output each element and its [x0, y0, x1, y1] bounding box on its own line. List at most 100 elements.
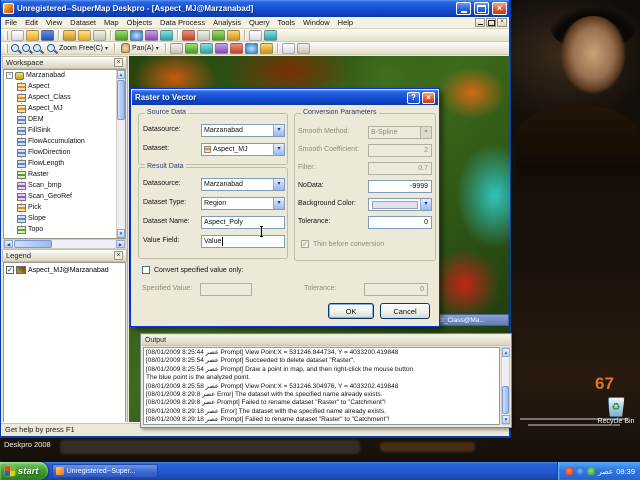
chevron-down-icon[interactable]: ▾: [273, 179, 284, 190]
menu-analysis[interactable]: Analysis: [209, 18, 245, 27]
close-icon[interactable]: ×: [422, 91, 435, 104]
scroll-up-icon[interactable]: ▲: [502, 348, 510, 357]
legend-checkbox[interactable]: ✓: [6, 266, 14, 274]
recycle-bin-icon[interactable]: ♻: [607, 397, 625, 417]
tree-item[interactable]: Aspect: [4, 81, 125, 92]
toolbar-grip[interactable]: [5, 43, 8, 53]
pan-button[interactable]: Pan(A) ▾: [118, 42, 162, 54]
close-button[interactable]: ×: [492, 2, 507, 15]
ok-button[interactable]: OK: [328, 303, 374, 319]
tree-item-root[interactable]: − Marzanabad: [4, 70, 125, 81]
tree-item[interactable]: Aspect_MJ: [4, 103, 125, 114]
tree-item[interactable]: FlowLength: [4, 158, 125, 169]
tree-item[interactable]: Topo: [4, 224, 125, 235]
scrollbar-thumb[interactable]: [502, 386, 509, 414]
chevron-down-icon[interactable]: ▾: [273, 198, 284, 209]
menu-query[interactable]: Query: [245, 18, 273, 27]
zoom-in-icon[interactable]: [10, 43, 21, 54]
toolbar-icon[interactable]: [227, 29, 240, 41]
toolbar-icon[interactable]: [212, 29, 225, 41]
tray-icon[interactable]: [565, 467, 574, 475]
close-icon[interactable]: ×: [114, 58, 123, 67]
source-dataset-select[interactable]: Aspect_MJ ▾: [201, 143, 285, 156]
help-icon[interactable]: ?: [407, 91, 420, 104]
toolbar-icon[interactable]: [93, 29, 106, 41]
title-bar[interactable]: Unregistered--SuperMap Deskpro - [Aspect…: [1, 0, 509, 17]
convert-specified-checkbox[interactable]: [142, 266, 150, 274]
scene-icon[interactable]: [130, 29, 143, 41]
menu-dataset[interactable]: Dataset: [66, 18, 100, 27]
mdi-close-button[interactable]: ×: [497, 18, 507, 27]
chevron-down-icon[interactable]: ▾: [156, 45, 159, 52]
toolbar-icon[interactable]: [281, 42, 295, 54]
zoom-out-icon[interactable]: [21, 43, 32, 54]
toolbar-icon[interactable]: [169, 42, 183, 54]
zoom-icon[interactable]: [32, 43, 43, 54]
menu-tools[interactable]: Tools: [273, 18, 299, 27]
mdi-minimize-button[interactable]: [475, 18, 485, 27]
tree-item[interactable]: Scan_bmp: [4, 180, 125, 191]
open-datasource-icon[interactable]: [78, 29, 91, 41]
menu-map[interactable]: Map: [100, 18, 123, 27]
menu-objects[interactable]: Objects: [123, 18, 156, 27]
datasource-icon[interactable]: [63, 29, 76, 41]
toolbar-icon[interactable]: [259, 42, 273, 54]
chevron-down-icon[interactable]: ▾: [420, 199, 431, 210]
scrollbar-thumb[interactable]: [14, 240, 52, 248]
output-log[interactable]: [08/01/2009 8:25:44 عصر Prompt] View Poi…: [143, 347, 500, 425]
toolbar-icon[interactable]: [296, 42, 310, 54]
tree-scrollbar[interactable]: ▲ ▼: [116, 70, 125, 238]
collapse-icon[interactable]: −: [6, 72, 13, 79]
value-field-input[interactable]: Value: [201, 235, 285, 248]
mdi-restore-button[interactable]: [486, 18, 496, 27]
tree-item[interactable]: Slope: [4, 213, 125, 224]
open-icon[interactable]: [26, 29, 39, 41]
menu-window[interactable]: Window: [299, 18, 334, 27]
toolbar-icon[interactable]: [182, 29, 195, 41]
dataset-type-select[interactable]: Region ▾: [201, 197, 285, 210]
toolbar-grip[interactable]: [5, 30, 8, 40]
save-icon[interactable]: [41, 29, 54, 41]
source-datasource-select[interactable]: Marzanabad ▾: [201, 124, 285, 137]
menu-help[interactable]: Help: [334, 18, 357, 27]
tree-item[interactable]: Pick: [4, 202, 125, 213]
toolbar-icon[interactable]: [249, 29, 262, 41]
scroll-left-icon[interactable]: ◀: [4, 240, 13, 248]
maximize-button[interactable]: [474, 2, 489, 15]
toolbar-icon[interactable]: [229, 42, 243, 54]
tray-icon[interactable]: [587, 467, 596, 475]
toolbar-icon[interactable]: [214, 42, 228, 54]
scroll-right-icon[interactable]: ▶: [116, 240, 125, 248]
tolerance-input[interactable]: 0: [368, 216, 432, 229]
tree-item[interactable]: Scan_GeoRef: [4, 191, 125, 202]
new-map-icon[interactable]: [115, 29, 128, 41]
layout-icon[interactable]: [145, 29, 158, 41]
toolbar-icon[interactable]: [197, 29, 210, 41]
chevron-down-icon[interactable]: ▾: [273, 125, 284, 136]
zoom-free-button[interactable]: Zoom Free(C) ▾: [43, 42, 111, 54]
chevron-down-icon[interactable]: ▾: [105, 45, 108, 52]
nodata-input[interactable]: -9999: [368, 180, 432, 193]
toolbar-icon[interactable]: [160, 29, 173, 41]
toolbar-icon[interactable]: [199, 42, 213, 54]
dialog-title-bar[interactable]: Raster to Vector ? ×: [132, 90, 438, 105]
close-icon[interactable]: ×: [114, 251, 123, 260]
output-scrollbar[interactable]: ▲ ▼: [501, 347, 510, 425]
output-window-caption[interactable]: Output: [142, 335, 510, 346]
recycle-bin[interactable]: ♻ Recycle Bin: [597, 397, 635, 425]
scrollbar-thumb[interactable]: [117, 80, 125, 120]
menu-view[interactable]: View: [42, 18, 66, 27]
result-datasource-select[interactable]: Marzanabad ▾: [201, 178, 285, 191]
scroll-down-icon[interactable]: ▼: [117, 229, 125, 238]
tree-item[interactable]: DEM: [4, 114, 125, 125]
scroll-down-icon[interactable]: ▼: [502, 415, 510, 424]
chevron-down-icon[interactable]: ▾: [273, 144, 284, 155]
new-icon[interactable]: [11, 29, 24, 41]
tree-item[interactable]: Raster: [4, 169, 125, 180]
start-button[interactable]: start: [0, 462, 48, 480]
tree-item[interactable]: FlowAccumulation: [4, 136, 125, 147]
minimize-button[interactable]: [456, 2, 471, 15]
tree-item[interactable]: FlowDirection: [4, 147, 125, 158]
toolbar-icon[interactable]: [184, 42, 198, 54]
scroll-up-icon[interactable]: ▲: [117, 70, 125, 79]
